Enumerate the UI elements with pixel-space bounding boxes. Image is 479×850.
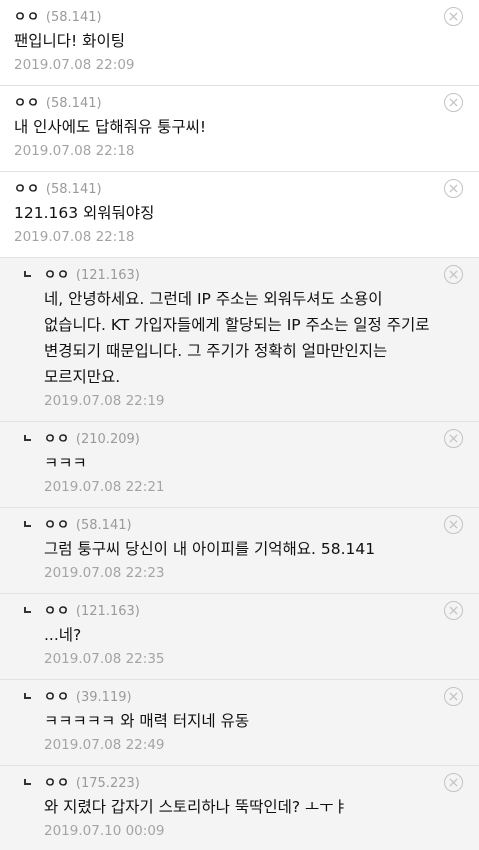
comment-date: 2019.07.10 00:09 bbox=[44, 823, 165, 839]
comment-nickname[interactable]: ㅇㅇ bbox=[14, 92, 40, 111]
comment-text: ...네? bbox=[44, 626, 82, 644]
reply-item: ㅇㅇ (121.163) 네, 안녕하세요. 그런데 IP 주소는 외워두셔도 … bbox=[0, 258, 479, 422]
close-icon bbox=[449, 520, 458, 529]
delete-comment-button[interactable] bbox=[444, 773, 463, 792]
comment-date: 2019.07.08 22:18 bbox=[14, 143, 135, 159]
comment-nickname[interactable]: ㅇㅇ bbox=[44, 686, 70, 705]
comment-date: 2019.07.08 22:21 bbox=[44, 479, 165, 495]
comment-text: ㅋㅋㅋㅋㅋ 와 매력 터지네 유동 bbox=[44, 712, 250, 730]
close-icon bbox=[449, 12, 458, 21]
comment-nickname[interactable]: ㅇㅇ bbox=[44, 264, 70, 283]
comment-meta: ㅇㅇ (175.223) bbox=[44, 772, 435, 794]
close-icon bbox=[449, 692, 458, 701]
delete-comment-button[interactable] bbox=[444, 429, 463, 448]
delete-comment-button[interactable] bbox=[444, 93, 463, 112]
reply-arrow-icon bbox=[24, 607, 31, 613]
close-icon bbox=[449, 434, 458, 443]
close-icon bbox=[449, 184, 458, 193]
comment-date: 2019.07.08 22:49 bbox=[44, 737, 165, 753]
comment-list: ㅇㅇ (58.141) 팬입니다! 화이팅 2019.07.08 22:09 ㅇ… bbox=[0, 0, 479, 850]
close-icon bbox=[449, 98, 458, 107]
comment-item: ㅇㅇ (58.141) 121.163 외워둬야징 2019.07.08 22:… bbox=[0, 172, 479, 258]
comment-nickname[interactable]: ㅇㅇ bbox=[14, 6, 40, 25]
comment-text: 그럼 퉁구씨 당신이 내 아이피를 기억해요. 58.141 bbox=[44, 540, 376, 558]
comment-nickname[interactable]: ㅇㅇ bbox=[44, 514, 70, 533]
close-icon bbox=[449, 270, 458, 279]
comment-meta: ㅇㅇ (121.163) bbox=[44, 600, 435, 622]
comment-text: 121.163 외워둬야징 bbox=[14, 204, 155, 222]
delete-comment-button[interactable] bbox=[444, 601, 463, 620]
comment-ip: (121.163) bbox=[75, 268, 140, 283]
comment-date: 2019.07.08 22:35 bbox=[44, 651, 165, 667]
comment-meta: ㅇㅇ (210.209) bbox=[44, 428, 435, 450]
delete-comment-button[interactable] bbox=[444, 515, 463, 534]
reply-item: ㅇㅇ (175.223) 와 지렸다 갑자기 스토리하나 뚝딱인데? ㅗㅜㅑ 2… bbox=[0, 766, 479, 850]
comment-date: 2019.07.08 22:18 bbox=[14, 229, 135, 245]
delete-comment-button[interactable] bbox=[444, 179, 463, 198]
reply-arrow-icon bbox=[24, 435, 31, 441]
comment-ip: (39.119) bbox=[75, 690, 132, 705]
reply-item: ㅇㅇ (121.163) ...네? 2019.07.08 22:35 bbox=[0, 594, 479, 680]
comment-meta: ㅇㅇ (58.141) bbox=[14, 178, 435, 200]
comment-date: 2019.07.08 22:09 bbox=[14, 57, 135, 73]
close-icon bbox=[449, 778, 458, 787]
reply-item: ㅇㅇ (58.141) 그럼 퉁구씨 당신이 내 아이피를 기억해요. 58.1… bbox=[0, 508, 479, 594]
comment-meta: ㅇㅇ (58.141) bbox=[44, 514, 435, 536]
comment-nickname[interactable]: ㅇㅇ bbox=[14, 178, 40, 197]
close-icon bbox=[449, 606, 458, 615]
comment-ip: (58.141) bbox=[45, 182, 102, 197]
comment-meta: ㅇㅇ (121.163) bbox=[44, 264, 435, 286]
comment-meta: ㅇㅇ (58.141) bbox=[14, 92, 435, 114]
comment-date: 2019.07.08 22:19 bbox=[44, 393, 165, 409]
reply-arrow-icon bbox=[24, 521, 31, 527]
reply-item: ㅇㅇ (39.119) ㅋㅋㅋㅋㅋ 와 매력 터지네 유동 2019.07.08… bbox=[0, 680, 479, 766]
comment-text: 팬입니다! 화이팅 bbox=[14, 32, 125, 50]
comment-item: ㅇㅇ (58.141) 내 인사에도 답해줘유 퉁구씨! 2019.07.08 … bbox=[0, 86, 479, 172]
comment-ip: (58.141) bbox=[45, 10, 102, 25]
reply-item: ㅇㅇ (210.209) ㅋㅋㅋ 2019.07.08 22:21 bbox=[0, 422, 479, 508]
comment-meta: ㅇㅇ (58.141) bbox=[14, 6, 435, 28]
comment-ip: (58.141) bbox=[45, 96, 102, 111]
comment-nickname[interactable]: ㅇㅇ bbox=[44, 600, 70, 619]
comment-text: 내 인사에도 답해줘유 퉁구씨! bbox=[14, 118, 207, 136]
delete-comment-button[interactable] bbox=[444, 7, 463, 26]
comment-ip: (121.163) bbox=[75, 604, 140, 619]
delete-comment-button[interactable] bbox=[444, 265, 463, 284]
comment-date: 2019.07.08 22:23 bbox=[44, 565, 165, 581]
reply-arrow-icon bbox=[24, 271, 31, 277]
reply-arrow-icon bbox=[24, 693, 31, 699]
comment-ip: (210.209) bbox=[75, 432, 140, 447]
comment-ip: (175.223) bbox=[75, 776, 140, 791]
delete-comment-button[interactable] bbox=[444, 687, 463, 706]
comment-nickname[interactable]: ㅇㅇ bbox=[44, 428, 70, 447]
comment-ip: (58.141) bbox=[75, 518, 132, 533]
comment-meta: ㅇㅇ (39.119) bbox=[44, 686, 435, 708]
comment-text: ㅋㅋㅋ bbox=[44, 454, 87, 472]
comment-text: 네, 안녕하세요. 그런데 IP 주소는 외워두셔도 소용이 없습니다. KT … bbox=[44, 290, 430, 386]
comment-nickname[interactable]: ㅇㅇ bbox=[44, 772, 70, 791]
comment-text: 와 지렸다 갑자기 스토리하나 뚝딱인데? ㅗㅜㅑ bbox=[44, 798, 348, 816]
reply-arrow-icon bbox=[24, 779, 31, 785]
comment-item: ㅇㅇ (58.141) 팬입니다! 화이팅 2019.07.08 22:09 bbox=[0, 0, 479, 86]
